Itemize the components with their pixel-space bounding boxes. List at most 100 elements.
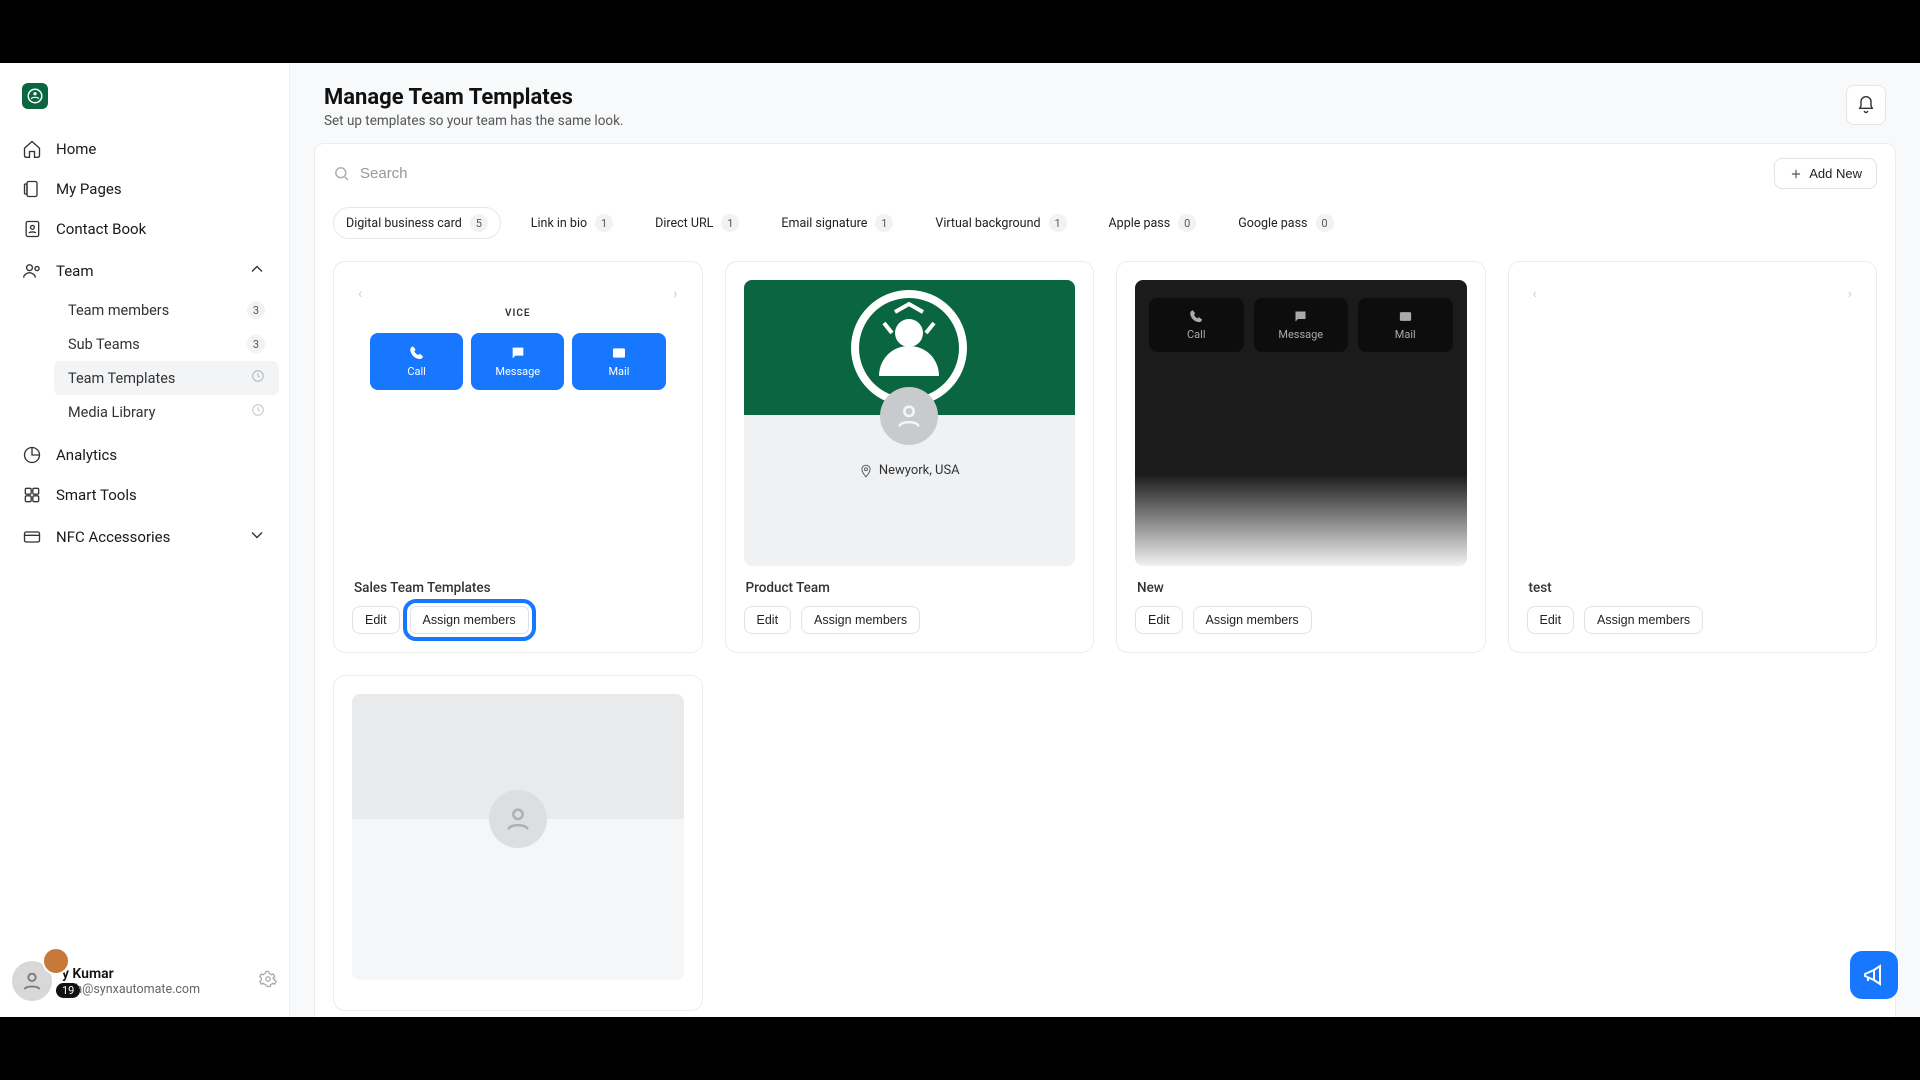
chip-count: 1 [721,214,739,232]
edit-button[interactable]: Edit [352,606,400,634]
page-title: Manage Team Templates [324,85,624,110]
app-logo[interactable] [22,83,48,109]
preview-call-button: Call [1149,298,1244,352]
card-actions: Edit Assign members [1135,606,1467,634]
chevron-down-icon [247,525,267,549]
person-icon [21,970,43,992]
templates-panel: Add New Digital business card 5 Link in … [314,143,1896,1017]
next-arrow-icon[interactable]: › [673,286,677,302]
megaphone-icon [1862,963,1886,987]
page-header-text: Manage Team Templates Set up templates s… [324,85,624,129]
analytics-icon [22,445,42,465]
nav-team-members[interactable]: Team members 3 [54,293,279,327]
template-title: Sales Team Templates [354,580,684,596]
nav-sub-teams[interactable]: Sub Teams 3 [54,327,279,361]
chip-label: Link in bio [531,216,587,231]
primary-nav: Home My Pages Contact Book Team Team mem… [0,119,289,1017]
chip-label: Email signature [781,216,867,231]
logo-cell [0,63,289,119]
assign-members-button[interactable]: Assign members [1584,606,1703,634]
count-badge: 3 [247,335,265,353]
chip-count: 0 [1178,214,1196,232]
template-card-new: Call Message Mail New [1116,261,1486,653]
template-title: test [1529,580,1859,596]
add-new-button[interactable]: Add New [1774,158,1877,189]
nav-my-pages[interactable]: My Pages [10,169,279,209]
search-icon [333,165,350,182]
chip-email-signature[interactable]: Email signature 1 [769,207,905,239]
chip-virtual-background[interactable]: Virtual background 1 [923,207,1078,239]
search-input[interactable] [360,165,1760,182]
template-preview[interactable]: ‹ › [1527,280,1859,566]
assign-members-button[interactable]: Assign members [1193,606,1312,634]
phone-icon [409,345,425,361]
edit-button[interactable]: Edit [744,606,792,634]
count-badge: 3 [247,301,265,319]
grid-icon [22,485,42,505]
edit-button[interactable]: Edit [1527,606,1575,634]
page-subtitle: Set up templates so your team has the sa… [324,113,624,129]
preview-mail-label: Mail [608,365,629,378]
chevron-up-icon [247,259,267,283]
chip-label: Direct URL [655,216,713,231]
nav-team[interactable]: Team [10,249,279,293]
person-icon [504,805,532,833]
chip-apple-pass[interactable]: Apple pass 0 [1097,207,1209,239]
user-profile[interactable]: 19 y Kumar ash@synxautomate.com [12,961,277,1001]
letterbox-bottom [0,1017,1920,1080]
preview-location-text: Newyork, USA [879,463,960,478]
chip-link-in-bio[interactable]: Link in bio 1 [519,207,625,239]
user-email: ash@synxautomate.com [62,982,249,997]
settings-button[interactable] [259,970,277,992]
chip-label: Digital business card [346,216,462,231]
nav-analytics[interactable]: Analytics [10,435,279,475]
preview-mail-button: Mail [572,333,665,390]
assign-members-button[interactable]: Assign members [801,606,920,634]
pages-icon [22,179,42,199]
user-avatar-overlay [42,947,70,975]
template-preview[interactable]: Newyork, USA [744,280,1076,566]
nav-team-submenu: Team members 3 Sub Teams 3 Team Template… [10,293,279,429]
chip-google-pass[interactable]: Google pass 0 [1226,207,1345,239]
template-card-product: Newyork, USA Product Team Edit Assign me… [725,261,1095,653]
starbucks-logo-icon [26,87,44,105]
nav-team-templates[interactable]: Team Templates [54,361,279,395]
preview-mail-label: Mail [1395,328,1416,341]
nav-smart-tools[interactable]: Smart Tools [10,475,279,515]
template-preview[interactable]: United Kingdom [352,694,684,980]
chip-direct-url[interactable]: Direct URL 1 [643,207,751,239]
card-actions: Edit Assign members [352,606,684,634]
prev-arrow-icon[interactable]: ‹ [1533,286,1537,302]
chip-digital-business-card[interactable]: Digital business card 5 [333,207,501,239]
location-pin-icon [859,464,873,478]
sidebar: Home My Pages Contact Book Team Team mem… [0,63,290,1017]
nav-contact-book[interactable]: Contact Book [10,209,279,249]
nav-sub-teams-label: Sub Teams [68,336,140,353]
nav-nfc-accessories[interactable]: NFC Accessories [10,515,279,559]
nav-media-library[interactable]: Media Library [54,395,279,429]
template-preview[interactable]: Call Message Mail [1135,280,1467,566]
edit-button[interactable]: Edit [1135,606,1183,634]
chip-count: 5 [470,214,488,232]
phone-icon [1189,309,1204,324]
prev-arrow-icon[interactable]: ‹ [358,286,362,302]
next-arrow-icon[interactable]: › [1848,286,1852,302]
announce-fab[interactable] [1850,951,1898,999]
card-actions: Edit Assign members [744,606,1076,634]
preview-avatar [880,387,938,445]
main-content: Manage Team Templates Set up templates s… [290,63,1920,1017]
template-card-test: ‹ › test Edit Assign members [1508,261,1878,653]
preview-message-button: Message [471,333,564,390]
clock-icon [251,369,265,387]
template-preview[interactable]: ‹ › VICE Call Message [352,280,684,566]
contact-book-icon [22,219,42,239]
preview-quick-actions: Call Message Mail [1135,280,1467,352]
chip-count: 1 [1049,214,1067,232]
assign-members-button[interactable]: Assign members [410,606,529,634]
page-header: Manage Team Templates Set up templates s… [290,63,1920,143]
nav-home[interactable]: Home [10,129,279,169]
chip-count: 1 [875,214,893,232]
notifications-button[interactable] [1846,85,1886,125]
panel-toolbar: Add New [333,158,1877,189]
nav-media-library-label: Media Library [68,404,155,421]
